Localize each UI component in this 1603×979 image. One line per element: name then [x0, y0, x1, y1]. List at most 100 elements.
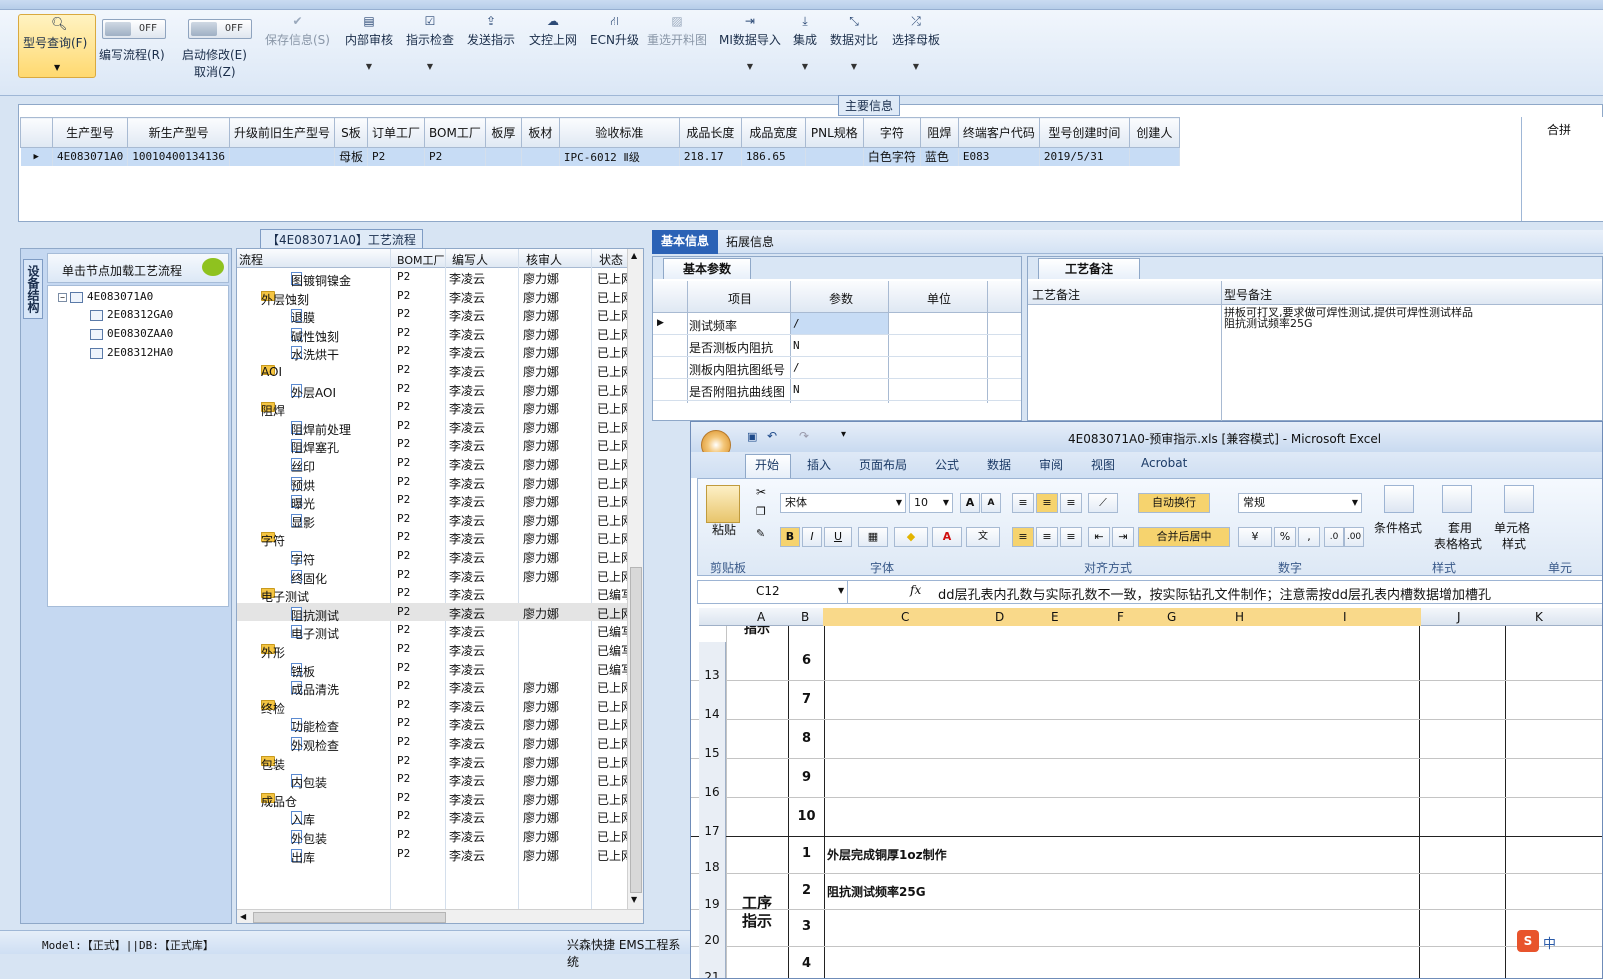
process-row[interactable]: 水洗烘干P2李凌云廖力娜已上网: [237, 342, 627, 362]
process-row[interactable]: 终固化P2李凌云廖力娜已上网: [237, 566, 627, 586]
sheet-row[interactable]: 21 4: [691, 946, 1602, 978]
main-col-header[interactable]: 阻焊: [919, 117, 959, 148]
wrap-text-button[interactable]: 自动换行: [1138, 493, 1210, 513]
ribbon-tab[interactable]: 插入: [807, 456, 831, 473]
process-row[interactable]: 阻焊前处理P2李凌云廖力娜已上网: [237, 417, 627, 437]
bold-button[interactable]: B: [780, 527, 800, 547]
process-row[interactable]: −字符P2李凌云廖力娜已上网: [237, 528, 627, 548]
increase-decimal-button[interactable]: .0: [1324, 527, 1344, 547]
redo-icon[interactable]: ↷: [799, 429, 809, 443]
param-row[interactable]: 是否附阻抗曲线图 N: [653, 379, 1021, 401]
main-col-header[interactable]: 创建人: [1128, 117, 1180, 148]
tree-child[interactable]: 0E0830ZAA0: [90, 327, 173, 340]
main-col-header[interactable]: 板厚: [484, 117, 522, 148]
qat-save-icon[interactable]: ▣: [747, 430, 757, 443]
step-number-cell[interactable]: 2: [789, 883, 824, 898]
process-row[interactable]: 字符P2李凌云廖力娜已上网: [237, 547, 627, 567]
align-top-button[interactable]: ≡: [1012, 493, 1034, 513]
param-value[interactable]: /: [791, 313, 888, 334]
ribbon-tab[interactable]: 开始: [755, 456, 779, 473]
mi-import-button[interactable]: ⇥ MI数据导入 ▼: [719, 14, 781, 71]
column-header[interactable]: B: [801, 610, 809, 624]
instruction-cell[interactable]: 外层完成铜厚1oz制作: [827, 846, 947, 863]
main-cell[interactable]: 218.17: [679, 147, 742, 166]
main-cell[interactable]: 186.65: [741, 147, 806, 166]
process-hscroll[interactable]: ◀: [237, 909, 643, 923]
conditional-format-label[interactable]: 条件格式: [1374, 519, 1422, 536]
main-col-header[interactable]: 新生产型号: [127, 117, 230, 148]
param-row[interactable]: 是否测板内阻抗 N: [653, 335, 1021, 357]
process-row[interactable]: 阻抗测试P2李凌云廖力娜已上网: [237, 602, 627, 623]
sheet-row[interactable]: 14 7: [691, 681, 1602, 721]
ime-logo-icon[interactable]: S: [1517, 930, 1539, 952]
main-cell[interactable]: [521, 147, 560, 166]
function-icon[interactable]: fx: [910, 583, 921, 597]
paste-icon[interactable]: [706, 485, 740, 523]
row-header[interactable]: 18: [699, 837, 726, 874]
sheet-row[interactable]: 15 8: [691, 720, 1602, 760]
process-row[interactable]: −阻焊P2李凌云廖力娜已上网: [237, 398, 627, 418]
format-table-icon[interactable]: [1442, 485, 1472, 513]
main-cell[interactable]: IPC-6012 Ⅱ级: [559, 147, 680, 166]
ribbon-tab[interactable]: Acrobat: [1141, 456, 1187, 470]
font-name-select[interactable]: 宋体 ▼: [780, 493, 906, 513]
sheet-row[interactable]: 20 3: [691, 910, 1602, 947]
process-row[interactable]: 阻焊塞孔P2李凌云廖力娜已上网: [237, 435, 627, 455]
decrease-decimal-button[interactable]: .00: [1344, 527, 1364, 547]
process-row[interactable]: 显影P2李凌云廖力娜已上网: [237, 510, 627, 530]
align-left-button[interactable]: ≡: [1012, 527, 1034, 547]
row-header[interactable]: 20: [699, 910, 726, 947]
main-cell[interactable]: 母板: [334, 147, 368, 166]
indent-decrease-button[interactable]: ⇤: [1088, 527, 1110, 547]
main-col-header[interactable]: 字符: [862, 117, 921, 148]
main-cell[interactable]: 蓝色: [920, 147, 959, 166]
cut-icon[interactable]: ✂: [756, 485, 766, 499]
row-header[interactable]: 21: [699, 946, 726, 978]
row-header[interactable]: 15: [699, 720, 726, 760]
indent-increase-button[interactable]: ⇥: [1112, 527, 1134, 547]
sheet-row[interactable]: 18 1 外层完成铜厚1oz制作: [691, 837, 1602, 874]
vscroll-thumb[interactable]: [630, 567, 642, 893]
main-cell[interactable]: P2: [367, 147, 426, 166]
doc-upload-button[interactable]: ☁ 文控上网: [529, 14, 577, 48]
main-cell[interactable]: 2019/5/31: [1039, 147, 1130, 166]
column-header[interactable]: I: [1343, 610, 1347, 624]
sheet-row[interactable]: 16 9: [691, 759, 1602, 799]
tab-basic-info[interactable]: 基本信息: [652, 230, 718, 254]
main-col-header[interactable]: 生产型号: [51, 117, 129, 148]
scroll-up-icon[interactable]: ▲: [631, 251, 637, 260]
process-row[interactable]: 出库 P2 李凌云 廖力娜 已上网: [237, 845, 627, 865]
main-col-header[interactable]: 终端客户代码: [957, 117, 1040, 148]
comma-button[interactable]: ,: [1298, 527, 1320, 547]
tree-child[interactable]: 2E08312HA0: [90, 346, 173, 359]
row-header[interactable]: 14: [699, 681, 726, 721]
column-header[interactable]: E: [1051, 610, 1059, 624]
process-vscroll[interactable]: ▲ ▼: [627, 249, 643, 909]
formula-content[interactable]: dd层孔表内孔数与实际孔数不一致，按实际钻孔文件制作；注意需按dd层孔表内槽数据…: [938, 584, 1491, 603]
main-col-header[interactable]: 成品宽度: [740, 117, 806, 148]
scroll-left-icon[interactable]: ◀: [240, 912, 246, 921]
sheet-row[interactable]: 13 6: [691, 642, 1602, 682]
main-cell[interactable]: E083: [958, 147, 1040, 166]
main-cell[interactable]: P2: [424, 147, 486, 166]
format-table-label[interactable]: 套用: [1448, 519, 1472, 536]
row-header[interactable]: 17: [699, 798, 726, 838]
main-cell[interactable]: 4E083071A0: [52, 147, 129, 166]
tree-root[interactable]: − 4E083071A0: [58, 290, 153, 303]
merge-center-button[interactable]: 合并后居中: [1138, 527, 1230, 547]
tab-structure[interactable]: 设备结构: [23, 259, 43, 319]
model-query-button[interactable]: 🔍︎ 型号查询(F) ▼: [18, 14, 96, 78]
tree-child[interactable]: 2E08312GA0: [90, 308, 173, 321]
model-notes-text[interactable]: 拼板可打叉,要求做可焊性测试,提供可焊性测试样品 阻抗测试频率25G: [1224, 307, 1602, 329]
step-number-cell[interactable]: 8: [789, 731, 824, 746]
reselect-map-button[interactable]: ▨ 重选开料图: [647, 14, 707, 48]
start-modify-toggle[interactable]: OFF: [188, 19, 252, 39]
process-row[interactable]: 碱性蚀刻P2李凌云廖力娜已上网: [237, 324, 627, 344]
number-format-select[interactable]: 常规 ▼: [1238, 493, 1362, 513]
main-col-header[interactable]: 订单工厂: [366, 117, 426, 148]
currency-button[interactable]: ¥: [1238, 527, 1272, 547]
process-row[interactable]: 丝印P2李凌云廖力娜已上网: [237, 454, 627, 474]
select-mother-button[interactable]: ⤮ 选择母板 ▼: [892, 14, 940, 71]
save-info-button[interactable]: ✔ 保存信息(S): [265, 14, 330, 48]
italic-button[interactable]: I: [802, 527, 822, 547]
